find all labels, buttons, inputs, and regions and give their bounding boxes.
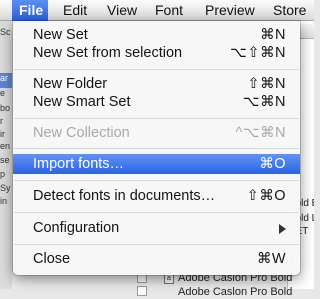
menu-item-shortcut: ⇧⌘N bbox=[247, 76, 286, 92]
menu-separator bbox=[14, 212, 299, 213]
menu-item-shortcut: ⇧⌘O bbox=[246, 188, 286, 204]
menu-item-label: New Set from selection bbox=[33, 45, 183, 61]
menu-item-label: Close bbox=[33, 251, 71, 267]
menu-item-shortcut: ⌥⌘N bbox=[242, 94, 286, 110]
font-checkbox[interactable] bbox=[137, 286, 147, 296]
menu-item-new-folder[interactable]: New Folder ⇧⌘N bbox=[13, 75, 300, 94]
menu-preview[interactable]: Preview bbox=[198, 0, 262, 21]
font-row[interactable]: Adobe Caslon Pro Bold bbox=[178, 285, 314, 299]
menu-item-label: New Smart Set bbox=[33, 94, 131, 110]
menu-item-shortcut: ⌥⇧⌘N bbox=[230, 45, 286, 61]
sidebar-row[interactable]: Sc bbox=[0, 27, 12, 42]
menu-separator bbox=[14, 69, 299, 70]
menu-item-label: Detect fonts in documents… bbox=[33, 188, 216, 204]
menu-item-import-fonts[interactable]: Import fonts… ⌘O bbox=[13, 154, 300, 174]
menu-store[interactable]: Store bbox=[266, 0, 313, 21]
menu-item-label: Configuration bbox=[33, 220, 120, 236]
menu-separator bbox=[14, 244, 299, 245]
file-menu-dropdown: New Set ⌘N New Set from selection ⌥⇧⌘N N… bbox=[13, 21, 300, 275]
menu-file[interactable]: File bbox=[12, 0, 48, 21]
menu-item-new-set[interactable]: New Set ⌘N bbox=[13, 26, 300, 45]
sidebar-row-selected[interactable]: ar bbox=[0, 73, 12, 88]
menu-item-shortcut: ⌘N bbox=[260, 27, 286, 43]
menu-view[interactable]: View bbox=[100, 0, 144, 21]
menu-item-configuration[interactable]: Configuration bbox=[13, 219, 300, 238]
sidebar-row[interactable]: e bbox=[0, 88, 12, 103]
menu-item-shortcut: ⌘W bbox=[256, 251, 286, 267]
menu-item-new-smart-set[interactable]: New Smart Set ⌥⌘N bbox=[13, 93, 300, 112]
menu-item-new-collection: New Collection ^⌥⌘N bbox=[13, 124, 300, 143]
menu-item-shortcut: ^⌥⌘N bbox=[235, 125, 286, 141]
menu-separator bbox=[14, 148, 299, 149]
sidebar-row[interactable]: en bbox=[0, 141, 12, 156]
sidebar-row[interactable]: in bbox=[0, 196, 12, 211]
chevron-right-icon bbox=[279, 224, 286, 234]
menu-item-shortcut: ⌘O bbox=[259, 156, 286, 172]
menu-item-label: New Folder bbox=[33, 76, 108, 92]
menu-item-label: New Collection bbox=[33, 125, 130, 141]
menu-item-detect-fonts[interactable]: Detect fonts in documents… ⇧⌘O bbox=[13, 187, 300, 206]
sidebar-row[interactable]: se bbox=[0, 155, 12, 170]
menu-font[interactable]: Font bbox=[148, 0, 190, 21]
menu-item-label: Import fonts… bbox=[33, 156, 125, 172]
menu-item-close[interactable]: Close ⌘W bbox=[13, 250, 300, 269]
menu-edit[interactable]: Edit bbox=[56, 0, 94, 21]
menu-separator bbox=[14, 180, 299, 181]
sidebar-row[interactable]: p bbox=[0, 169, 12, 184]
menu-item-new-set-from-selection[interactable]: New Set from selection ⌥⇧⌘N bbox=[13, 44, 300, 63]
menu-item-label: New Set bbox=[33, 27, 88, 43]
sidebar-strip: Sc ar e bo r ir en se p Sy in bbox=[0, 21, 12, 289]
menu-bar: File Edit View Font Preview Store bbox=[0, 0, 314, 21]
menu-separator bbox=[14, 118, 299, 119]
